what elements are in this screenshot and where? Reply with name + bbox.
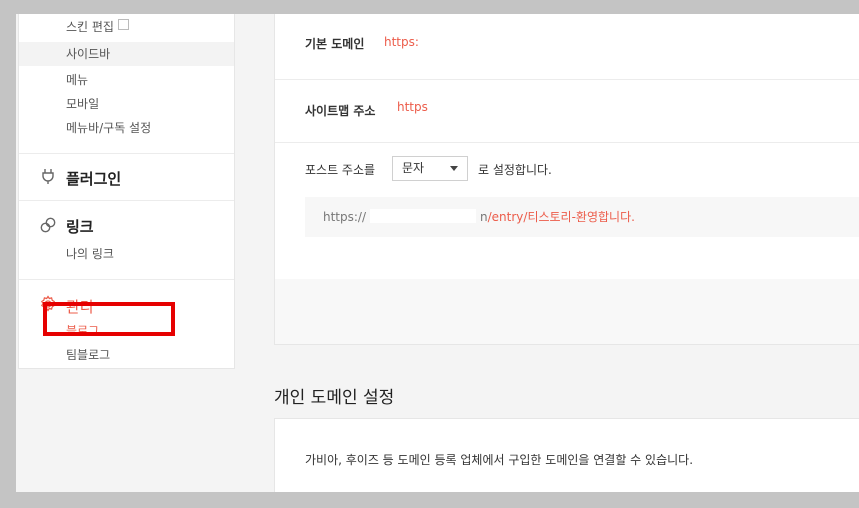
blog-settings-panel: 기본 도메인 https: 사이트맵 주소 https 포스트 주소를 문자 로… [274,14,859,345]
sidebar-item-menubar[interactable]: 메뉴바/구독 설정 [66,119,151,136]
post-address-label: 포스트 주소를 [305,163,376,177]
caret-down-icon [450,166,458,171]
personal-domain-description: 가비아, 후이즈 등 도메인 등록 업체에서 구입한 도메인을 연결할 수 있습… [305,453,694,467]
example-url-path: /entry/티스토리-환영합니다. [487,210,635,224]
divider [19,279,234,280]
post-address-select-value: 문자 [402,161,425,175]
redaction [435,99,695,115]
link-icon [40,217,56,233]
sitemap-label: 사이트맵 주소 [305,104,376,118]
external-link-icon [117,19,129,30]
basic-domain-link[interactable]: https: [384,35,419,49]
sidebar-item-my-link[interactable]: 나의 링크 [66,245,114,262]
sidebar-item-menu[interactable]: 메뉴 [66,71,88,88]
sidebar-item-mobile[interactable]: 모바일 [66,95,99,112]
sidebar-section-plugin[interactable]: 플러그인 [66,168,121,189]
sitemap-link[interactable]: https [397,100,428,114]
personal-domain-panel: 가비아, 후이즈 등 도메인 등록 업체에서 구입한 도메인을 연결할 수 있습… [274,418,859,492]
screen-frame: 스킨 편집 사이드바 메뉴 모바일 메뉴바/구독 설정 플러그인 링크 나의 링… [16,14,859,492]
panel-footer [275,279,859,344]
highlight-box [43,302,175,336]
post-address-select[interactable]: 문자 [392,156,468,181]
example-url-box: https:// n/entry/티스토리-환영합니다. [305,197,859,237]
sidebar-item-skin-edit[interactable]: 스킨 편집 [66,18,129,35]
example-url-prefix: https:// [323,210,367,224]
post-address-suffix: 로 설정합니다. [478,163,552,177]
personal-domain-title: 개인 도메인 설정 [274,388,395,408]
divider [275,142,859,143]
example-url-mid: n [480,210,488,224]
sidebar-section-link[interactable]: 링크 [66,216,94,237]
redaction [423,33,543,49]
plug-icon [42,169,54,184]
divider [275,79,859,80]
sidebar-item-teamblog[interactable]: 팀블로그 [66,346,110,363]
redaction [370,209,477,223]
divider [19,200,234,201]
divider [19,153,234,154]
basic-domain-label: 기본 도메인 [305,37,365,51]
sidebar-item-sidebar[interactable]: 사이드바 [19,42,234,66]
skin-edit-label: 스킨 편집 [66,20,114,34]
